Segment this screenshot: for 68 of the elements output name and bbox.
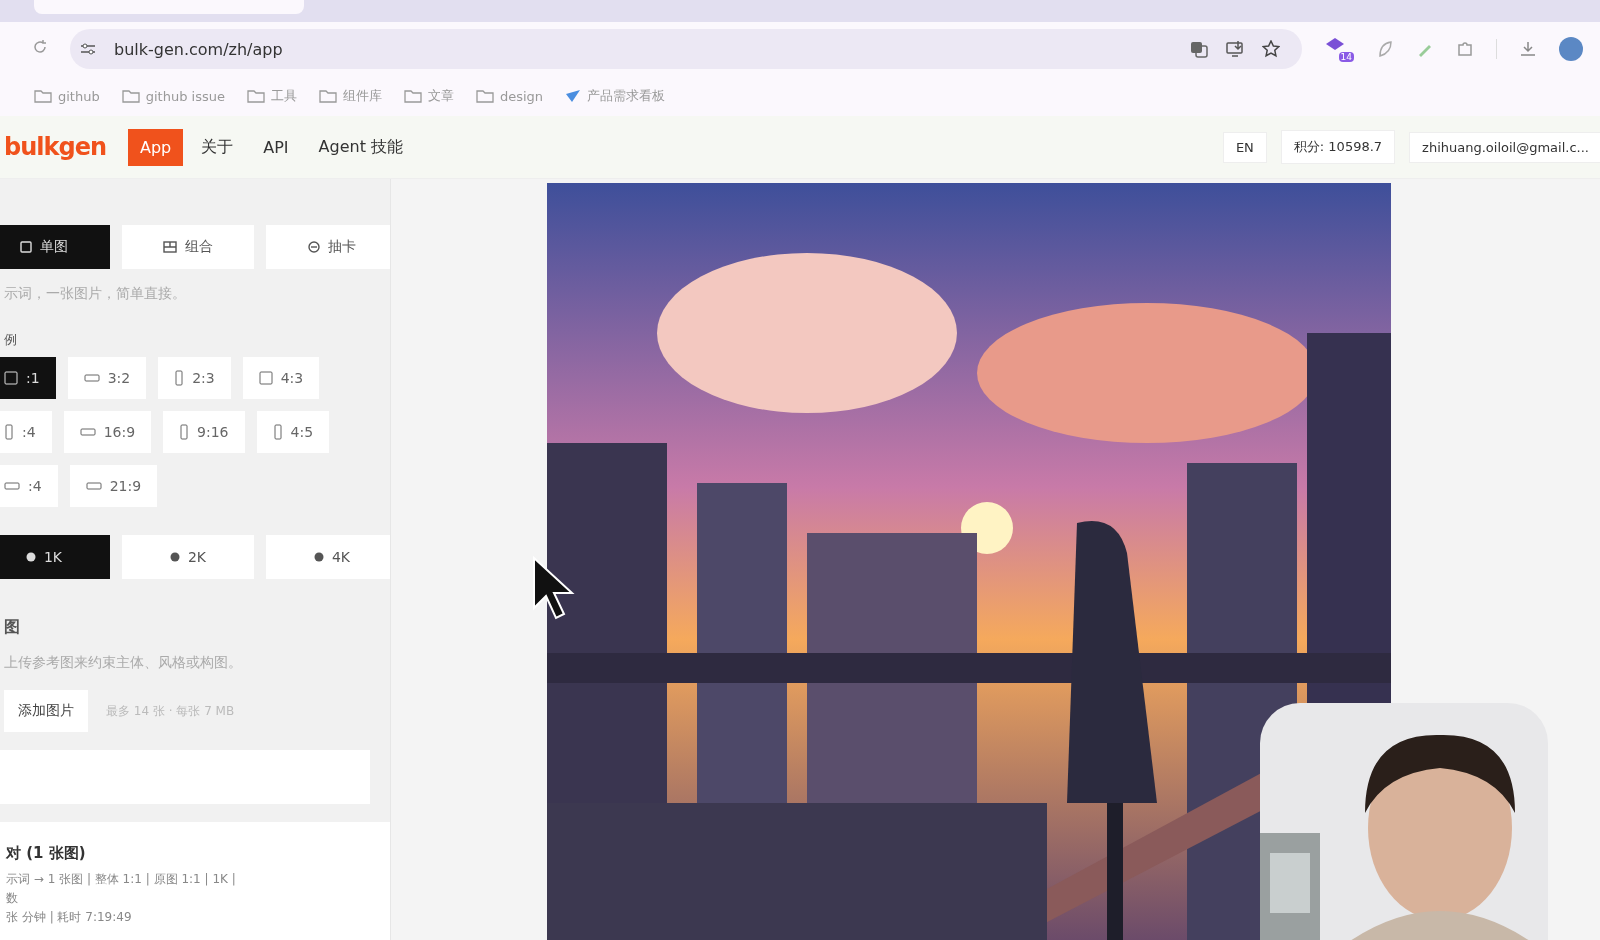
account-button[interactable]: zhihuang.oiloil@gmail.c...	[1409, 131, 1600, 163]
folder-icon	[475, 89, 494, 103]
landscape-icon	[4, 481, 20, 491]
ratio-option[interactable]: :4	[0, 465, 58, 507]
square-icon	[258, 371, 273, 385]
nav-tab[interactable]: App	[128, 128, 184, 166]
ratio-option[interactable]: :4	[0, 411, 52, 453]
mode-tab[interactable]: 组合	[122, 225, 254, 269]
reference-description: 上传参考图来约束主体、风格或构图。	[4, 654, 243, 672]
resolution-option[interactable]: 2K	[122, 535, 254, 579]
language-button[interactable]: EN	[1222, 131, 1267, 163]
add-image-button[interactable]: 添加图片	[4, 690, 88, 732]
folder-icon	[403, 89, 422, 103]
mode-tab[interactable]: 抽卡	[266, 225, 390, 269]
reference-title: 图	[4, 617, 21, 638]
portrait-icon	[174, 370, 185, 386]
square-icon	[4, 371, 18, 385]
checkmark-logo-icon	[565, 89, 582, 103]
ratio-label: 例	[4, 331, 18, 349]
resolution-option[interactable]: 1K	[0, 535, 110, 579]
folder-icon	[121, 89, 140, 103]
ratio-option[interactable]: 16:9	[63, 411, 152, 453]
dot-icon	[169, 552, 180, 562]
reload-icon[interactable]	[32, 39, 48, 55]
mode-tab[interactable]: 单图	[0, 225, 110, 269]
download-icon[interactable]	[1519, 40, 1537, 58]
ratio-option[interactable]: 21:9	[69, 465, 158, 507]
folder-icon	[34, 89, 52, 103]
leaf-icon[interactable]	[1376, 40, 1394, 58]
portrait-icon	[4, 424, 14, 440]
dot-icon	[313, 552, 324, 562]
landscape-icon	[85, 481, 102, 491]
mode-description: 示词，一张图片，简单直接。	[4, 285, 187, 303]
ratio-option[interactable]: 3:2	[67, 357, 147, 399]
square-icon	[20, 241, 32, 253]
url-text: bulk-gen.com/zh/app	[114, 39, 283, 59]
folder-icon	[318, 89, 337, 103]
profile-avatar[interactable]	[1559, 37, 1583, 61]
landscape-icon	[83, 373, 100, 383]
address-bar[interactable]: bulk-gen.com/zh/app	[70, 29, 1302, 69]
portrait-icon	[272, 424, 283, 440]
nav-tab[interactable]: 关于	[189, 127, 246, 167]
install-icon[interactable]	[1226, 40, 1244, 58]
dot-icon	[25, 552, 36, 562]
folder-icon	[246, 89, 265, 103]
logo-text[interactable]: bulkgen	[4, 133, 106, 161]
ratio-option[interactable]: :1	[0, 357, 56, 399]
nav-tab[interactable]: API	[251, 128, 301, 166]
summary-line: 张 分钟 | 耗时 7:19:49	[6, 909, 133, 926]
ratio-option[interactable]: 2:3	[158, 357, 231, 399]
site-settings-icon[interactable]	[80, 42, 96, 56]
summary-title: 对 (1 张图)	[6, 844, 87, 863]
puzzle-icon[interactable]	[1456, 40, 1474, 58]
ratio-option[interactable]: 9:16	[163, 411, 245, 453]
landscape-icon	[79, 427, 96, 437]
ratio-option[interactable]: 4:3	[242, 357, 320, 399]
summary-line: 示词 → 1 张图 | 整体 1:1 | 原图 1:1 | 1K |	[6, 871, 237, 888]
summary-line: 数	[6, 890, 19, 907]
star-icon[interactable]	[1262, 40, 1280, 58]
nav-tab[interactable]: Agent 技能	[306, 127, 416, 167]
ratio-option[interactable]: 4:5	[256, 411, 330, 453]
grid-icon	[163, 241, 177, 253]
credits-badge: 积分: 10598.7	[1280, 130, 1396, 164]
portrait-icon	[179, 424, 190, 440]
extension-badge: 14	[1338, 52, 1354, 62]
translate-icon[interactable]	[1190, 40, 1208, 58]
circle-minus-icon	[308, 241, 320, 253]
resolution-option[interactable]: 4K	[266, 535, 390, 579]
